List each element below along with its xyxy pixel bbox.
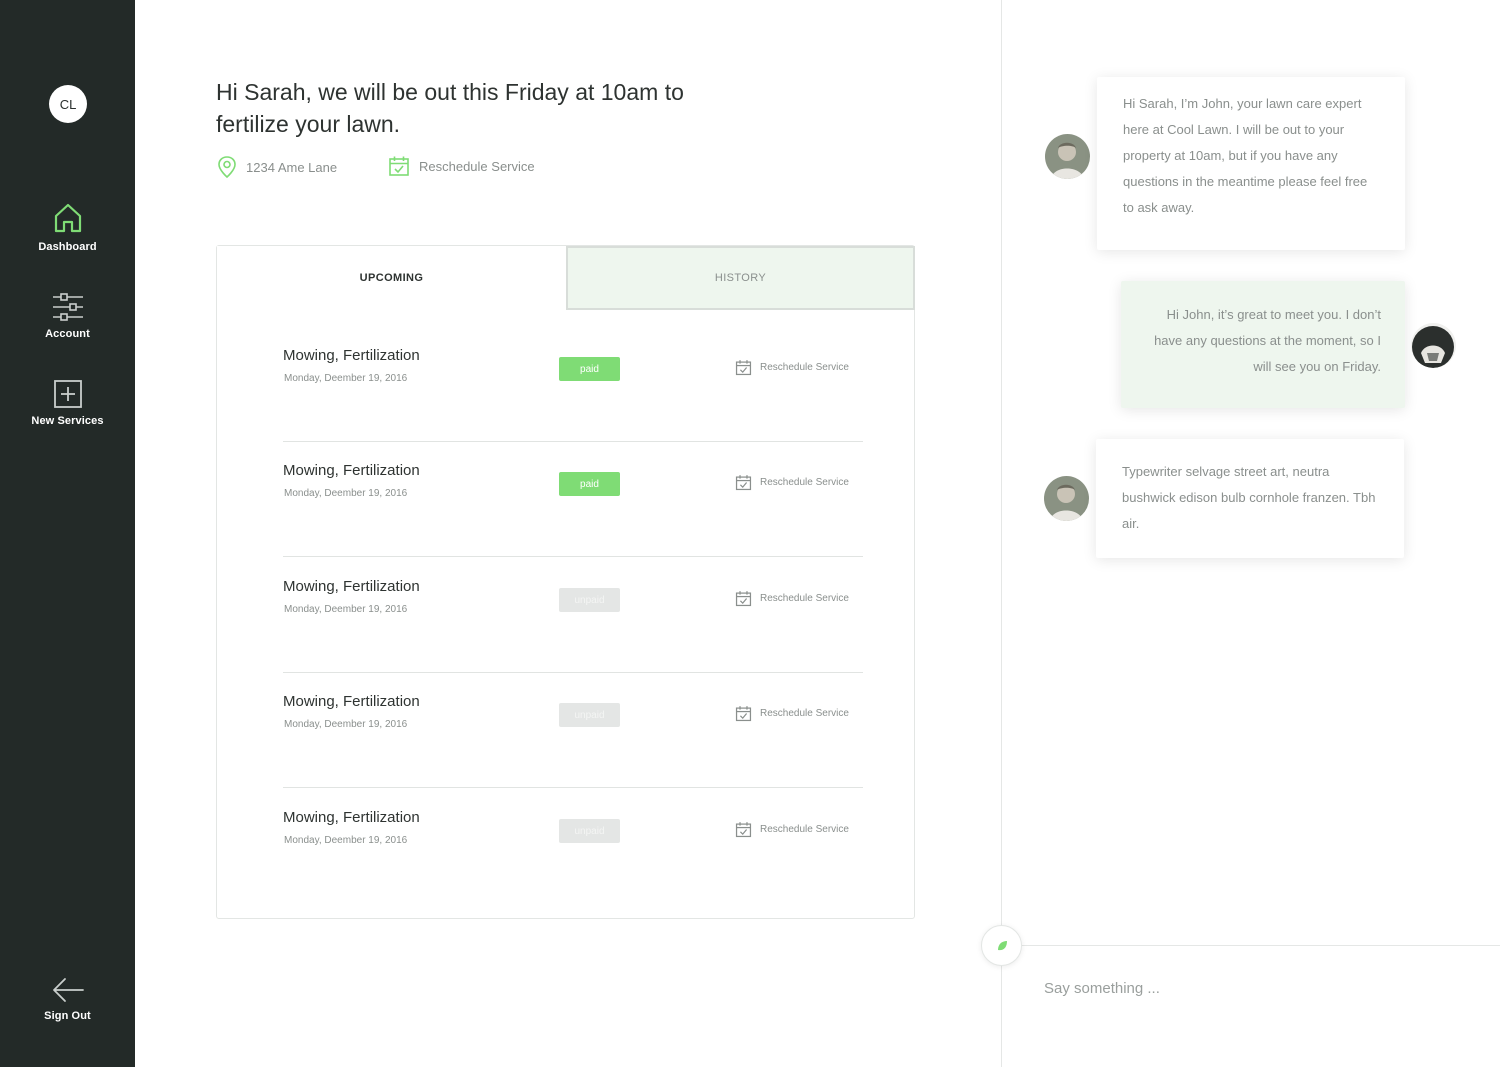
reschedule-service-label: Reschedule Service [760, 593, 849, 604]
avatar-john [1045, 134, 1090, 179]
chat-message: Hi Sarah, I’m John, your lawn care exper… [1097, 77, 1405, 250]
reschedule-service-label: Reschedule Service [760, 477, 849, 488]
service-date: Monday, Deember 19, 2016 [284, 488, 408, 499]
tab-history[interactable]: HISTORY [566, 246, 915, 310]
reschedule-service-label: Reschedule Service [760, 824, 849, 835]
calendar-check-icon [735, 475, 752, 491]
avatar[interactable]: CL [49, 85, 87, 123]
sidebar-item-account[interactable]: Account [0, 292, 135, 340]
chat-message: Hi John, it’s great to meet you. I don’t… [1121, 281, 1405, 408]
address: 1234 Ame Lane [217, 155, 337, 179]
services-card: UPCOMING HISTORY Mowing, Fertilization M… [216, 245, 915, 919]
reschedule-service-label: Reschedule Service [760, 708, 849, 719]
calendar-check-icon [735, 822, 752, 838]
reschedule-service-button[interactable]: Reschedule Service [735, 359, 849, 376]
status-badge: unpaid [559, 588, 620, 612]
sliders-icon [52, 293, 83, 321]
sidebar-item-label: New Services [31, 415, 104, 427]
sign-out-label: Sign Out [44, 1010, 91, 1022]
chat-input-divider [1022, 945, 1500, 946]
sidebar-item-label: Account [45, 328, 90, 340]
status-badge: unpaid [559, 819, 620, 843]
service-title: Mowing, Fertilization [283, 809, 420, 826]
service-title: Mowing, Fertilization [283, 693, 420, 710]
service-date: Monday, Deember 19, 2016 [284, 604, 408, 615]
service-row: Mowing, Fertilization Monday, Deember 19… [283, 442, 863, 557]
divider [283, 556, 863, 557]
chat-input[interactable] [1044, 972, 1464, 1004]
avatar-john [1044, 476, 1089, 521]
sidebar: CL Dashboard Account New Services Sign O… [0, 0, 135, 1067]
address-text: 1234 Ame Lane [246, 159, 338, 175]
sign-out-button[interactable]: Sign Out [0, 976, 135, 1022]
service-date: Monday, Deember 19, 2016 [284, 835, 408, 846]
divider [283, 787, 863, 788]
reschedule-service-button[interactable]: Reschedule Service [735, 590, 849, 607]
avatar-sarah [1411, 323, 1456, 368]
service-date: Monday, Deember 19, 2016 [284, 719, 408, 730]
sidebar-item-new-services[interactable]: New Services [0, 379, 135, 427]
page-title: Hi Sarah, we will be out this Friday at … [216, 79, 684, 137]
calendar-check-icon [735, 360, 752, 376]
reschedule-service-label: Reschedule Service [419, 158, 535, 174]
status-badge: unpaid [559, 703, 620, 727]
reschedule-service-label: Reschedule Service [760, 362, 849, 373]
reschedule-service-button[interactable]: Reschedule Service [735, 821, 849, 838]
tab-upcoming[interactable]: UPCOMING [217, 246, 566, 310]
sidebar-item-dashboard[interactable]: Dashboard [0, 202, 135, 253]
calendar-check-icon [389, 156, 409, 176]
service-title: Mowing, Fertilization [283, 578, 420, 595]
plus-square-icon [53, 380, 82, 408]
status-badge: paid [559, 357, 620, 381]
service-row: Mowing, Fertilization Monday, Deember 19… [283, 789, 863, 904]
arrow-left-icon [52, 978, 84, 1002]
panel-divider [1001, 0, 1002, 1067]
calendar-check-icon [735, 706, 752, 722]
reschedule-service-link[interactable]: Reschedule Service [388, 155, 535, 177]
leaf-icon [997, 940, 1007, 950]
home-icon [54, 203, 81, 233]
reschedule-service-button[interactable]: Reschedule Service [735, 474, 849, 491]
sidebar-item-label: Dashboard [38, 241, 97, 253]
chat-send-button[interactable] [981, 925, 1022, 966]
service-row: Mowing, Fertilization Monday, Deember 19… [283, 327, 863, 442]
calendar-check-icon [735, 591, 752, 607]
service-row: Mowing, Fertilization Monday, Deember 19… [283, 558, 863, 673]
chat-message: Typewriter selvage street art, neutra bu… [1096, 439, 1404, 558]
status-badge: paid [559, 472, 620, 496]
service-title: Mowing, Fertilization [283, 462, 420, 479]
tabs: UPCOMING HISTORY [217, 246, 915, 310]
service-title: Mowing, Fertilization [283, 347, 420, 364]
reschedule-service-button[interactable]: Reschedule Service [735, 705, 849, 722]
location-pin-icon [218, 156, 236, 179]
service-date: Monday, Deember 19, 2016 [284, 373, 408, 384]
service-row: Mowing, Fertilization Monday, Deember 19… [283, 673, 863, 788]
